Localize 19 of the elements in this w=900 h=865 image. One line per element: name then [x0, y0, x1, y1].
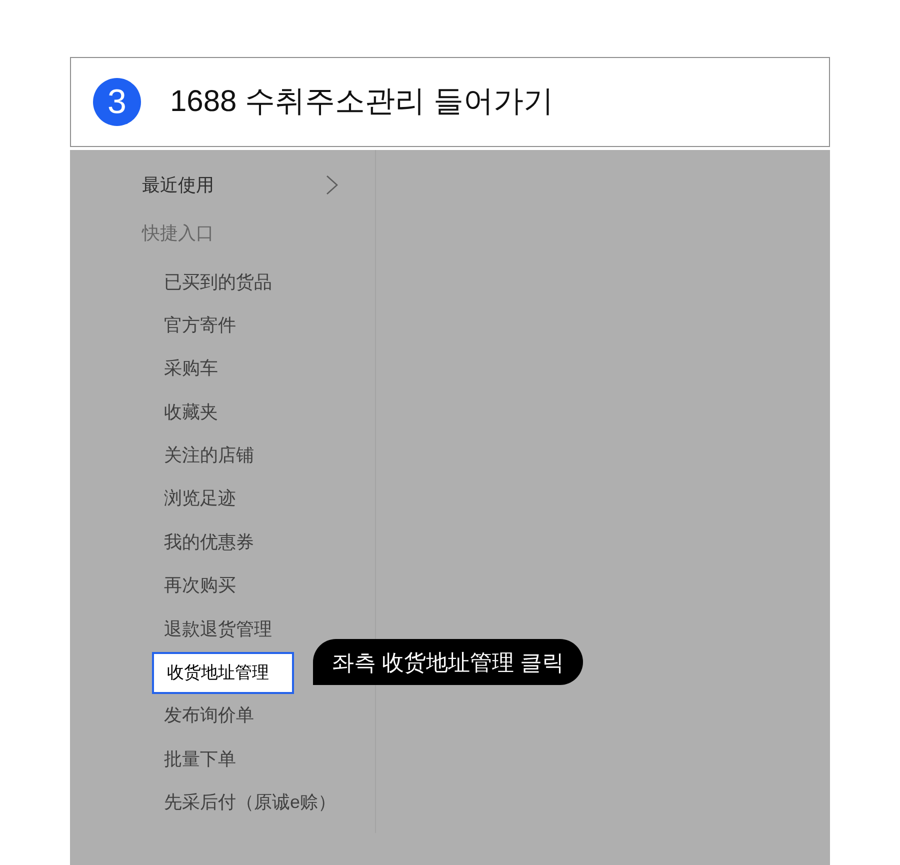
step-number: 3 — [93, 78, 141, 126]
menu-item[interactable]: 我的优惠券 — [152, 521, 266, 564]
menu-item[interactable]: 浏览足迹 — [152, 478, 248, 520]
recent-menu-item[interactable]: 最近使用 — [142, 165, 340, 205]
menu-item[interactable]: 采购车 — [152, 348, 230, 390]
menu-item[interactable]: 退款退货管理 — [152, 608, 284, 650]
menu-item[interactable]: 先采后付（原诚e赊） — [152, 782, 348, 824]
chevron-right-icon — [326, 175, 338, 195]
menu-item[interactable]: 关注的店铺 — [152, 434, 266, 477]
menu-item[interactable]: 再次购买 — [152, 564, 248, 607]
section-heading: 快捷入口 — [142, 222, 214, 245]
callout-tooltip: 좌측 收货地址管理 클릭 — [313, 639, 584, 685]
menu-item[interactable]: 收货地址管理 — [152, 652, 294, 694]
menu-item[interactable]: 收藏夹 — [152, 391, 230, 434]
menu-item[interactable]: 批量下单 — [152, 738, 248, 780]
menu-item[interactable]: 发布询价单 — [152, 694, 266, 737]
menu-item[interactable]: 官方寄件 — [152, 304, 248, 346]
menu-item[interactable]: 已买到的货品 — [152, 261, 284, 303]
step-title: 1688 수취주소관리 들어가기 — [170, 87, 554, 117]
